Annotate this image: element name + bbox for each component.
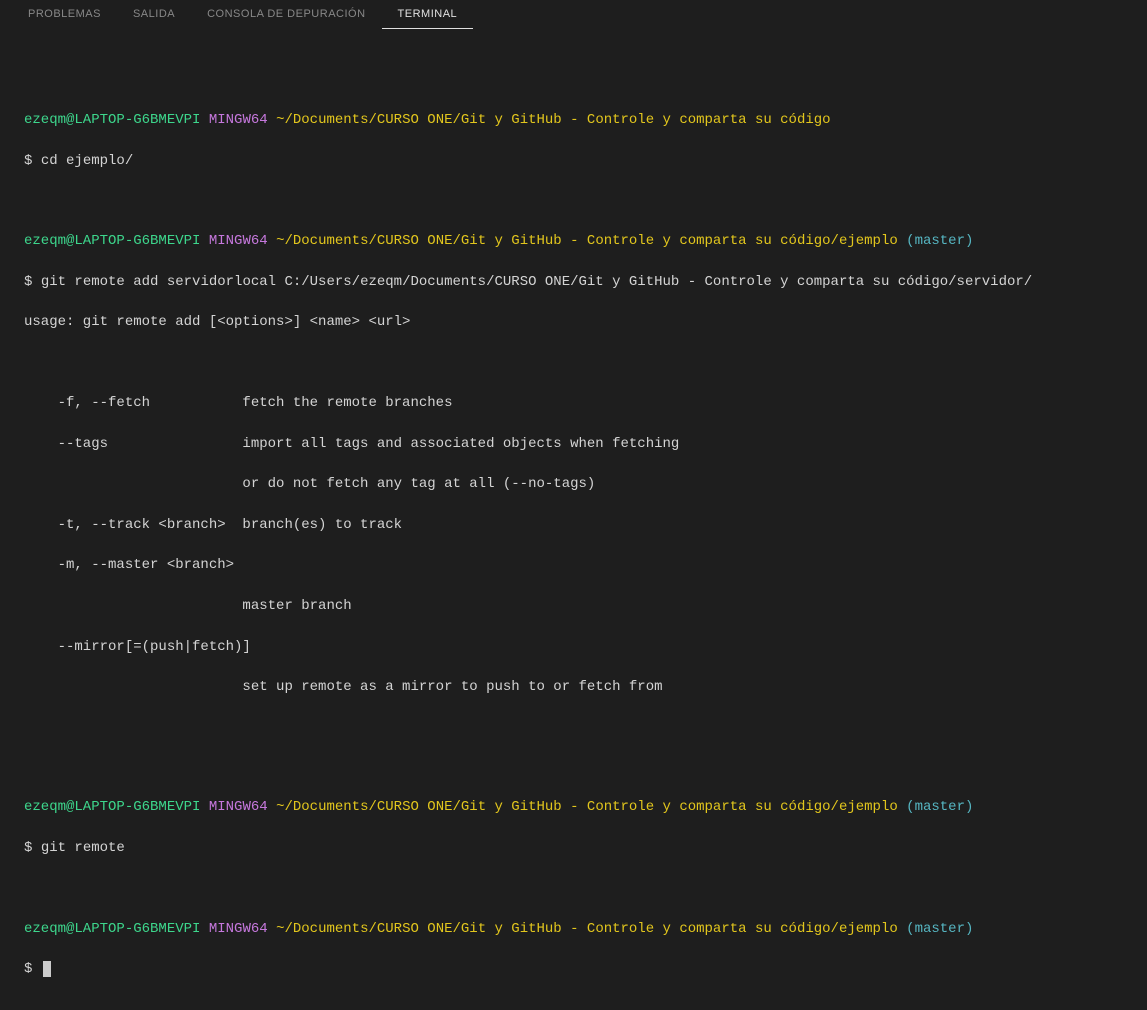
- shell-name: MINGW64: [209, 921, 268, 937]
- output-option: or do not fetch any tag at all (--no-tag…: [24, 474, 1123, 494]
- command-git-remote: git remote: [41, 840, 125, 856]
- output-option: -m, --master <branch>: [24, 555, 1123, 575]
- prompt-dollar: $: [24, 153, 32, 169]
- prompt-line: ezeqm@LAPTOP-G6BMEVPI MINGW64 ~/Document…: [24, 797, 1123, 817]
- terminal-cursor: [43, 961, 51, 977]
- command-cd: cd ejemplo/: [41, 153, 133, 169]
- command-line: $ git remote add servidorlocal C:/Users/…: [24, 272, 1123, 292]
- output-option: master branch: [24, 596, 1123, 616]
- prompt-line: ezeqm@LAPTOP-G6BMEVPI MINGW64 ~/Document…: [24, 231, 1123, 251]
- prompt-line: ezeqm@LAPTOP-G6BMEVPI MINGW64 ~/Document…: [24, 110, 1123, 130]
- shell-name: MINGW64: [209, 112, 268, 128]
- command-line: $ cd ejemplo/: [24, 151, 1123, 171]
- output-option: set up remote as a mirror to push to or …: [24, 677, 1123, 697]
- git-branch: (master): [906, 921, 973, 937]
- git-branch: (master): [906, 799, 973, 815]
- cwd-path: ~/Documents/CURSO ONE/Git y GitHub - Con…: [276, 921, 898, 937]
- user-host: ezeqm@LAPTOP-G6BMEVPI: [24, 233, 200, 249]
- cwd-path: ~/Documents/CURSO ONE/Git y GitHub - Con…: [276, 799, 898, 815]
- command-line: $: [24, 959, 1123, 979]
- user-host: ezeqm@LAPTOP-G6BMEVPI: [24, 921, 200, 937]
- shell-name: MINGW64: [209, 799, 268, 815]
- tab-terminal[interactable]: TERMINAL: [382, 0, 474, 29]
- cwd-path: ~/Documents/CURSO ONE/Git y GitHub - Con…: [276, 233, 898, 249]
- user-host: ezeqm@LAPTOP-G6BMEVPI: [24, 799, 200, 815]
- prompt-dollar: $: [24, 840, 32, 856]
- cwd-path: ~/Documents/CURSO ONE/Git y GitHub - Con…: [276, 112, 831, 128]
- prompt-dollar: $: [24, 961, 32, 977]
- tab-problemas[interactable]: PROBLEMAS: [12, 0, 117, 29]
- prompt-dollar: $: [24, 274, 32, 290]
- output-option: --tags import all tags and associated ob…: [24, 434, 1123, 454]
- output-option: --mirror[=(push|fetch)]: [24, 637, 1123, 657]
- prompt-line: ezeqm@LAPTOP-G6BMEVPI MINGW64 ~/Document…: [24, 919, 1123, 939]
- tab-consola-depuracion[interactable]: CONSOLA DE DEPURACIÓN: [191, 0, 381, 29]
- terminal-content[interactable]: ezeqm@LAPTOP-G6BMEVPI MINGW64 ~/Document…: [0, 30, 1147, 1010]
- output-usage: usage: git remote add [<options>] <name>…: [24, 312, 1123, 332]
- shell-name: MINGW64: [209, 233, 268, 249]
- user-host: ezeqm@LAPTOP-G6BMEVPI: [24, 112, 200, 128]
- tab-salida[interactable]: SALIDA: [117, 0, 191, 29]
- output-option: -f, --fetch fetch the remote branches: [24, 393, 1123, 413]
- command-git-remote-add: git remote add servidorlocal C:/Users/ez…: [41, 274, 1032, 290]
- command-line: $ git remote: [24, 838, 1123, 858]
- git-branch: (master): [906, 233, 973, 249]
- panel-tabs: PROBLEMAS SALIDA CONSOLA DE DEPURACIÓN T…: [0, 0, 1147, 30]
- output-option: -t, --track <branch> branch(es) to track: [24, 515, 1123, 535]
